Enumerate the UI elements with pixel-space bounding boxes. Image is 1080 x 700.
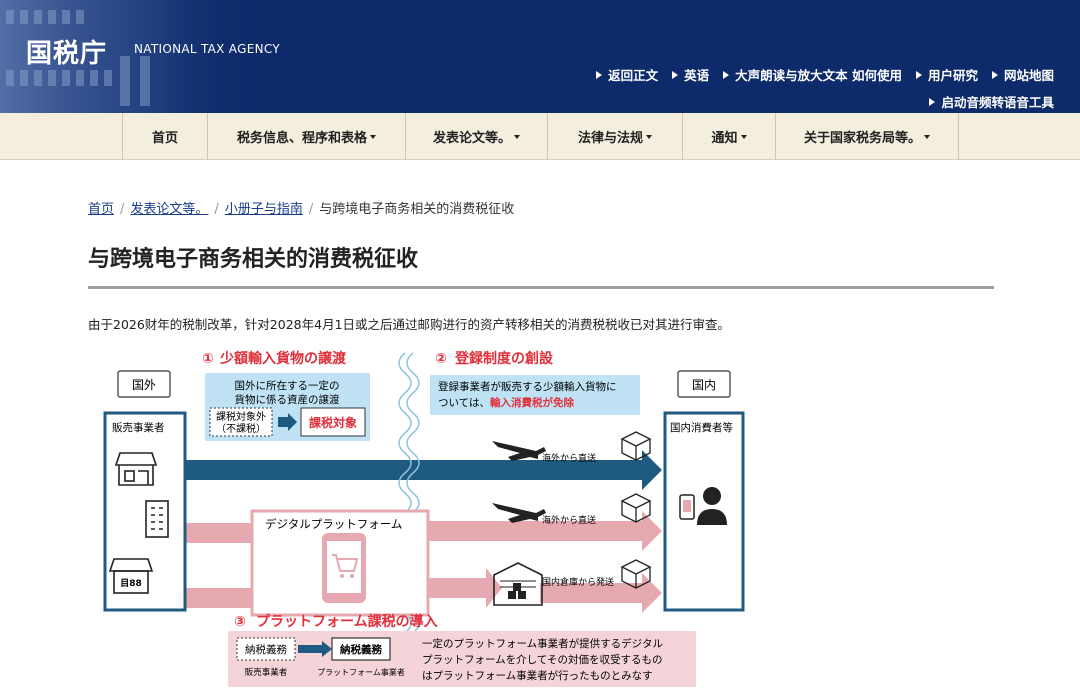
svg-text:海外から直送: 海外から直送 [542,514,596,526]
seller-box [103,411,187,612]
point-3-callout: ③ プラットフォーム課税の導入 納税義務 納税義務 販売事業者 プラットフォーム… [228,613,696,687]
title-divider [88,286,994,289]
triangle-right-icon [672,70,679,79]
svg-text:はプラットフォーム事業者が行ったものとみなす: はプラットフォーム事業者が行ったものとみなす [422,669,653,682]
read-aloud-link[interactable]: 大声朗读与放大文本 如何使用 [723,65,902,84]
platform-tax-arrow [212,605,228,619]
svg-text:登録制度の創設: 登録制度の創設 [454,350,554,367]
chevron-down-icon [924,134,930,139]
svg-text:国外に所在する一定の: 国外に所在する一定の [235,379,340,392]
svg-text:目88: 目88 [120,578,142,589]
chevron-down-icon [646,134,652,139]
breadcrumb-publications[interactable]: 发表论文等。 [130,202,208,217]
svg-text:国内倉庫から発送: 国内倉庫から発送 [542,576,614,588]
user-research-link[interactable]: 用户研究 [915,65,978,84]
chevron-down-icon [514,134,520,139]
svg-text:海外から直送: 海外から直送 [542,452,596,464]
svg-text:少額輸入貨物の譲渡: 少額輸入貨物の譲渡 [219,350,347,367]
svg-text:貨物に係る資産の譲渡: 貨物に係る資産の譲渡 [235,393,340,406]
svg-text:国外: 国外 [132,378,156,392]
svg-text:デジタルプラットフォーム: デジタルプラットフォーム [265,517,402,531]
svg-text:課税対象: 課税対象 [309,415,357,430]
breadcrumb-current: 与跨境电子商务相关的消费税征收 [319,202,515,217]
cross-border-ec-diagram: 国外 国内 販売事業者 目88 デジタルプラットフォーム 国内消費者等 ① 少額… [103,350,745,687]
english-link[interactable]: 英语 [672,65,709,84]
chevron-down-icon [740,134,747,139]
triangle-right-icon [915,70,922,79]
svg-text:販売事業者: 販売事業者 [112,421,165,434]
svg-text:ついては、輸入消費税が免除: ついては、輸入消費税が免除 [438,396,574,409]
svg-text:販売事業者: 販売事業者 [245,667,288,678]
breadcrumb: 首页 / 发表论文等。 / 小册子与指南 / 与跨境电子商务相关的消费税征收 [88,202,515,217]
svg-text:国内: 国内 [692,378,716,392]
global-nav: 首页 税务信息、程序和表格 发表论文等。 法律与法规 通知 关于国家税务局等。 [0,113,1080,160]
nav-item-home[interactable]: 首页 [122,113,207,160]
package-icon [620,493,652,524]
triangle-right-icon [929,97,936,106]
triangle-right-icon [596,70,603,79]
warehouse-icon [493,562,543,606]
utility-links: 返回正文 英语 大声朗读与放大文本 如何使用 用户研究 网站地图 [596,65,1054,84]
nav-item-publications[interactable]: 发表论文等。 [405,113,547,160]
svg-text:課税対象外: 課税対象外 [216,410,266,423]
svg-text:①: ① [202,351,214,367]
text-to-speech-link[interactable]: 启动音频转语音工具 [929,92,1054,111]
site-header: 国税庁 NATIONAL TAX AGENCY 返回正文 英语 大声朗读与放大文… [0,0,1080,113]
svg-text:②: ② [435,351,447,367]
svg-text:納税義務: 納税義務 [340,643,382,656]
package-icon [620,559,652,590]
nav-item-about[interactable]: 关于国家税务局等。 [775,113,959,160]
breadcrumb-booklets[interactable]: 小册子与指南 [225,202,303,217]
lead-paragraph: 由于2026财年的税制改革，针对2028年4月1日或之后通过邮购进行的资产转移相… [88,317,731,332]
sitemap-link[interactable]: 网站地图 [991,65,1054,84]
svg-text:一定のプラットフォーム事業者が提供するデジタル: 一定のプラットフォーム事業者が提供するデジタル [422,637,663,650]
svg-text:国内消費者等: 国内消費者等 [670,421,733,434]
svg-text:プラットフォーム課税の導入: プラットフォーム課税の導入 [256,613,438,630]
triangle-right-icon [991,70,998,79]
svg-text:プラットフォームを介してその対価を収受するもの: プラットフォームを介してその対価を収受するもの [422,653,663,666]
site-logo-english: NATIONAL TAX AGENCY [134,42,280,56]
utility-links-row2: 启动音频转语音工具 [929,92,1054,111]
package-icon [620,431,652,462]
breadcrumb-home[interactable]: 首页 [88,202,114,217]
svg-text:（不課税）: （不課税） [216,422,266,435]
smartphone-cart-icon [322,533,366,603]
svg-text:プラットフォーム事業者: プラットフォーム事業者 [317,667,405,677]
point-2-callout: ② 登録制度の創設 登録事業者が販売する少額輸入貨物に ついては、輸入消費税が免… [430,350,640,415]
triangle-right-icon [723,70,730,79]
airplane-icon [492,441,546,461]
point-1-callout: ① 少額輸入貨物の譲渡 国外に所在する一定の 貨物に係る資産の譲渡 課税対象外 … [202,350,370,441]
svg-text:納税義務: 納税義務 [245,643,287,656]
skip-to-content-link[interactable]: 返回正文 [596,65,658,84]
nav-item-notices[interactable]: 通知 [682,113,775,160]
airplane-icon [492,503,546,523]
chevron-down-icon [370,134,376,139]
svg-text:登録事業者が販売する少額輸入貨物に: 登録事業者が販売する少額輸入貨物に [438,380,617,393]
svg-text:③: ③ [234,614,246,630]
site-logo[interactable]: 国税庁 [26,33,107,70]
nav-item-laws[interactable]: 法律与法规 [547,113,682,160]
page-title: 与跨境电子商务相关的消费税征收 [88,247,419,272]
nav-item-tax-info[interactable]: 税务信息、程序和表格 [207,113,405,160]
